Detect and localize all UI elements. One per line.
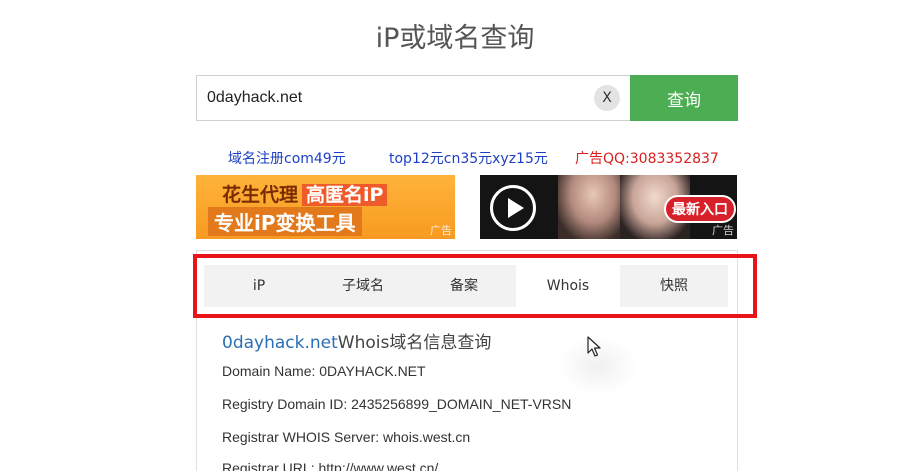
ad-link-qq[interactable]: 广告QQ:3083352837: [575, 148, 719, 168]
ad-banner-proxy[interactable]: 花生代理 高匿名iP 专业iP变换工具 广告: [196, 175, 455, 239]
ad-link-domain-register[interactable]: 域名注册com49元: [228, 148, 346, 168]
ad-link-top-price[interactable]: top12元cn35元xyz15元: [389, 148, 548, 168]
page-title: iP或域名查询: [375, 23, 535, 54]
ad-banner-video[interactable]: 最新入口 广告: [480, 175, 737, 239]
search-bar: X 查询: [196, 75, 738, 121]
whois-title-suffix: Whois域名信息查询: [337, 333, 492, 353]
clear-button[interactable]: X: [594, 85, 620, 111]
whois-title: 0dayhack.netWhois域名信息查询: [222, 328, 491, 353]
latest-entry-button[interactable]: 最新入口: [664, 195, 736, 223]
tab-whois[interactable]: Whois: [516, 265, 620, 307]
whois-line-registrar-url: Registrar URL: http://www.west.cn/: [222, 460, 439, 471]
whois-line-domain-name: Domain Name: 0DAYHACK.NET: [222, 363, 426, 379]
mouse-cursor-icon: [587, 336, 601, 357]
search-input[interactable]: [196, 75, 630, 121]
banner-photo: [558, 175, 628, 239]
tab-bar: iP 子域名 备案 Whois 快照: [204, 265, 728, 307]
ad-tag: 广告: [430, 224, 452, 237]
whois-domain: 0dayhack.net: [222, 333, 338, 353]
banner-headline: 花生代理 高匿名iP: [222, 180, 388, 207]
tab-ip[interactable]: iP: [204, 265, 314, 307]
banner-brand: 花生代理: [222, 184, 299, 206]
banner-slogan: 专业iP变换工具: [208, 207, 362, 236]
ad-tag: 广告: [712, 224, 734, 237]
search-button[interactable]: 查询: [630, 75, 738, 121]
play-icon: [490, 185, 536, 231]
banner-highlight: 高匿名iP: [302, 184, 388, 206]
tab-snapshot[interactable]: 快照: [620, 265, 728, 307]
tab-beian[interactable]: 备案: [412, 265, 516, 307]
whois-line-whois-server: Registrar WHOIS Server: whois.west.cn: [222, 429, 471, 445]
tab-subdomain[interactable]: 子域名: [314, 265, 412, 307]
whois-line-registry-id: Registry Domain ID: 2435256899_DOMAIN_NE…: [222, 396, 572, 412]
